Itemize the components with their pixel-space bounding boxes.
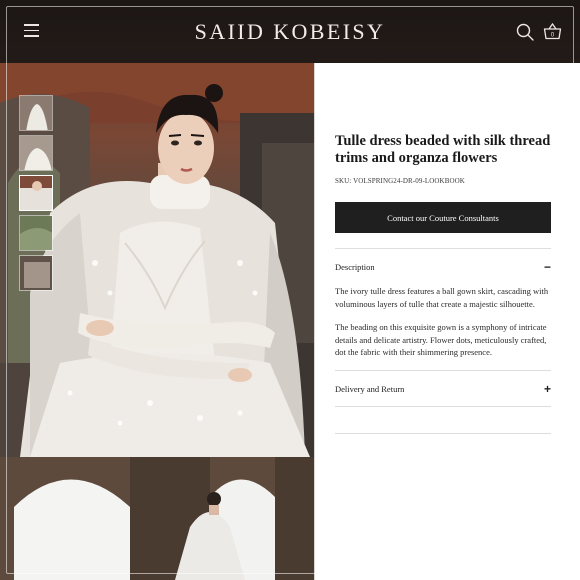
- product-gallery: [0, 63, 314, 580]
- description-label: Description: [335, 262, 375, 272]
- product-sku: SKU: VOLSPRING24-DR-09-LOOKBOOK: [335, 177, 465, 185]
- product-photo-main[interactable]: [0, 63, 314, 457]
- divider: [335, 248, 551, 249]
- cart-count: 0: [551, 32, 555, 38]
- contact-consultants-button[interactable]: Contact our Couture Consultants: [335, 202, 551, 233]
- shopping-basket-icon[interactable]: 0: [543, 22, 562, 41]
- divider: [335, 433, 551, 434]
- site-header: SAIID KOBEISY 0: [0, 0, 580, 63]
- description-toggle[interactable]: Description −: [335, 257, 551, 277]
- brand-logo[interactable]: SAIID KOBEISY: [195, 19, 386, 45]
- search-icon[interactable]: [516, 23, 534, 41]
- thumbnail-2[interactable]: [19, 135, 53, 171]
- delivery-return-label: Delivery and Return: [335, 384, 405, 394]
- delivery-return-toggle[interactable]: Delivery and Return +: [335, 379, 551, 399]
- thumbnail-4[interactable]: [19, 215, 53, 251]
- product-photo-second[interactable]: [0, 457, 314, 580]
- divider: [335, 370, 551, 371]
- thumbnail-strip: [19, 95, 53, 295]
- description-paragraph-2: The beading on this exquisite gown is a …: [335, 322, 547, 358]
- bride-arch-image: [0, 457, 314, 580]
- thumbnail-5[interactable]: [19, 255, 53, 291]
- product-info-panel: Tulle dress beaded with silk thread trim…: [314, 63, 580, 580]
- description-paragraph-1: The ivory tulle dress features a ball go…: [335, 286, 549, 309]
- expand-plus-icon[interactable]: +: [544, 382, 551, 396]
- thumbnail-3[interactable]: [19, 175, 53, 211]
- collapse-minus-icon[interactable]: −: [544, 260, 551, 274]
- product-title: Tulle dress beaded with silk thread trim…: [335, 133, 551, 166]
- thumbnail-1[interactable]: [19, 95, 53, 131]
- divider: [335, 406, 551, 407]
- hamburger-menu-icon[interactable]: [24, 24, 39, 37]
